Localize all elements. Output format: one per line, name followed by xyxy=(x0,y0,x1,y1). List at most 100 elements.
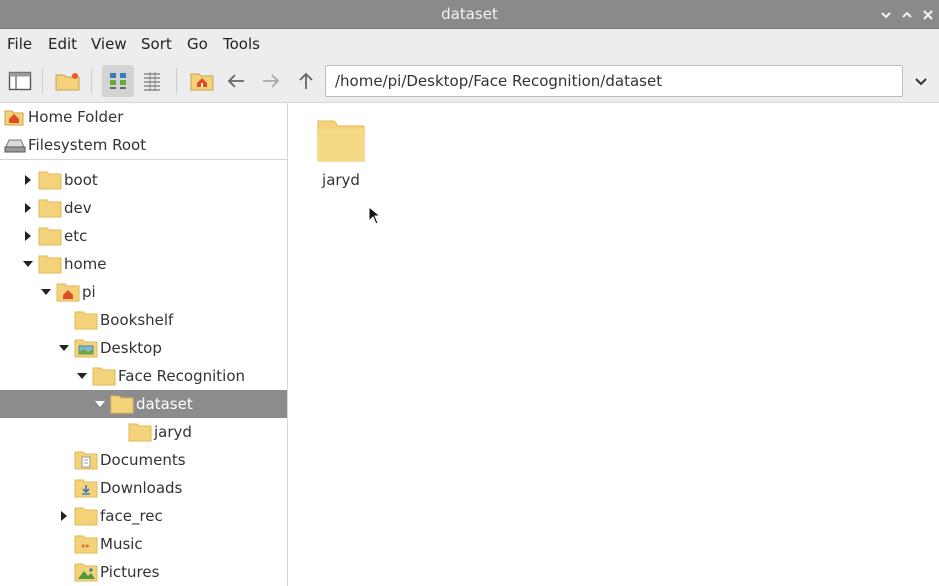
menu-view[interactable]: View xyxy=(91,29,127,60)
arrow-up-icon xyxy=(299,72,313,89)
tree-item-label: Desktop xyxy=(100,339,162,357)
menu-edit[interactable]: Edit xyxy=(48,29,77,60)
sidebar-panel-icon xyxy=(8,71,32,91)
menu-sort[interactable]: Sort xyxy=(141,29,172,60)
file-view: jaryd xyxy=(289,103,939,586)
grid-view-icon xyxy=(110,73,126,89)
tree-item-label: Documents xyxy=(100,451,186,469)
desktop-folder-icon xyxy=(74,339,98,358)
tree-item-face-recognition[interactable]: Face Recognition xyxy=(0,362,287,390)
window-title: dataset xyxy=(441,5,498,23)
downloads-folder-icon xyxy=(74,479,98,498)
forward-button[interactable] xyxy=(255,65,287,97)
tree-item-label: Bookshelf xyxy=(100,311,174,329)
maximize-button[interactable] xyxy=(899,7,915,23)
arrow-right-icon xyxy=(263,74,280,88)
collapse-arrow-icon[interactable] xyxy=(59,345,69,351)
tree-item-jaryd[interactable]: jaryd xyxy=(0,418,287,446)
mouse-cursor-icon xyxy=(368,206,382,225)
chevron-up-icon xyxy=(902,11,912,18)
window-titlebar: dataset xyxy=(0,0,939,29)
chevron-down-icon xyxy=(881,12,891,19)
tree-item-pi[interactable]: pi xyxy=(0,278,287,306)
folder-icon xyxy=(317,120,365,162)
tree-item-music[interactable]: Music xyxy=(0,530,287,558)
tree-item-dev[interactable]: dev xyxy=(0,194,287,222)
folder-icon xyxy=(38,171,62,190)
expand-arrow-icon[interactable] xyxy=(25,203,31,213)
folder-icon xyxy=(110,395,134,414)
tree-item-label: home xyxy=(64,255,107,273)
list-view-icon xyxy=(144,72,160,91)
collapse-arrow-icon[interactable] xyxy=(95,401,105,407)
tree-item-home[interactable]: home xyxy=(0,250,287,278)
minimize-button[interactable] xyxy=(878,7,894,23)
folder-icon xyxy=(38,227,62,246)
home-folder-icon xyxy=(190,73,214,91)
tree-item-label: Face Recognition xyxy=(118,367,246,385)
pictures-folder-icon xyxy=(74,563,98,582)
collapse-arrow-icon[interactable] xyxy=(77,373,87,379)
path-input[interactable] xyxy=(325,65,903,97)
collapse-arrow-icon[interactable] xyxy=(41,289,51,295)
expand-arrow-icon[interactable] xyxy=(25,231,31,241)
menu-tools[interactable]: Tools xyxy=(223,29,260,60)
home-folder-icon xyxy=(56,283,80,302)
folder-icon xyxy=(38,255,62,274)
place-filesystem-root[interactable]: Filesystem Root xyxy=(0,131,287,159)
menu-file[interactable]: File xyxy=(7,29,32,60)
tree-item-label: pi xyxy=(82,283,96,301)
tree-item-pictures[interactable]: Pictures xyxy=(0,558,287,586)
folder-icon xyxy=(74,311,98,330)
file-item-jaryd[interactable]: jaryd xyxy=(309,113,373,189)
tree-item-label: boot xyxy=(64,171,98,189)
home-button[interactable] xyxy=(186,65,218,97)
folder-new-icon xyxy=(55,73,80,91)
place-label: Filesystem Root xyxy=(28,136,147,154)
folder-icon xyxy=(38,199,62,218)
music-folder-icon xyxy=(74,535,98,554)
close-icon xyxy=(923,10,933,20)
path-history-dropdown[interactable] xyxy=(905,65,937,97)
chevron-down-icon xyxy=(915,78,927,86)
tree-item-desktop[interactable]: Desktop xyxy=(0,334,287,362)
tree-item-label: face_rec xyxy=(100,507,163,525)
tree-item-bookshelf[interactable]: Bookshelf xyxy=(0,306,287,334)
tree-item-etc[interactable]: etc xyxy=(0,222,287,250)
tree-item-label: dev xyxy=(64,199,92,217)
tree-item-boot[interactable]: boot xyxy=(0,166,287,194)
collapse-arrow-icon[interactable] xyxy=(23,261,33,267)
up-button[interactable] xyxy=(290,65,322,97)
toggle-sidebar-button[interactable] xyxy=(4,65,36,97)
folder-icon xyxy=(92,367,116,386)
menu-go[interactable]: Go xyxy=(187,29,208,60)
documents-folder-icon xyxy=(74,451,98,470)
place-home-folder[interactable]: Home Folder xyxy=(0,103,287,131)
tree-item-label: etc xyxy=(64,227,88,245)
tree-item-label: jaryd xyxy=(154,423,192,441)
tree-item-downloads[interactable]: Downloads xyxy=(0,474,287,502)
tree-item-documents[interactable]: Documents xyxy=(0,446,287,474)
place-label: Home Folder xyxy=(28,108,124,126)
folder-icon xyxy=(74,507,98,526)
tree-item-label: Downloads xyxy=(100,479,183,497)
icon-view-button[interactable] xyxy=(102,65,134,97)
tree-item-label: dataset xyxy=(136,395,193,413)
menu-bar: File Edit View Sort Go Tools xyxy=(0,29,939,60)
back-button[interactable] xyxy=(220,65,252,97)
new-tab-button[interactable] xyxy=(52,65,84,97)
tree-item-face-rec[interactable]: face_rec xyxy=(0,502,287,530)
close-button[interactable] xyxy=(920,7,936,23)
tree-item-label: Pictures xyxy=(100,563,160,581)
side-pane: Home Folder Filesystem Root boot dev etc… xyxy=(0,103,288,586)
divider xyxy=(0,159,287,160)
tree-item-label: Music xyxy=(100,535,143,553)
drive-icon xyxy=(4,139,26,153)
expand-arrow-icon[interactable] xyxy=(25,175,31,185)
folder-icon xyxy=(128,423,152,442)
home-folder-icon xyxy=(4,110,24,126)
file-item-label: jaryd xyxy=(322,171,360,189)
expand-arrow-icon[interactable] xyxy=(61,511,67,521)
tree-item-dataset[interactable]: dataset xyxy=(0,390,287,418)
list-view-button[interactable] xyxy=(136,65,168,97)
